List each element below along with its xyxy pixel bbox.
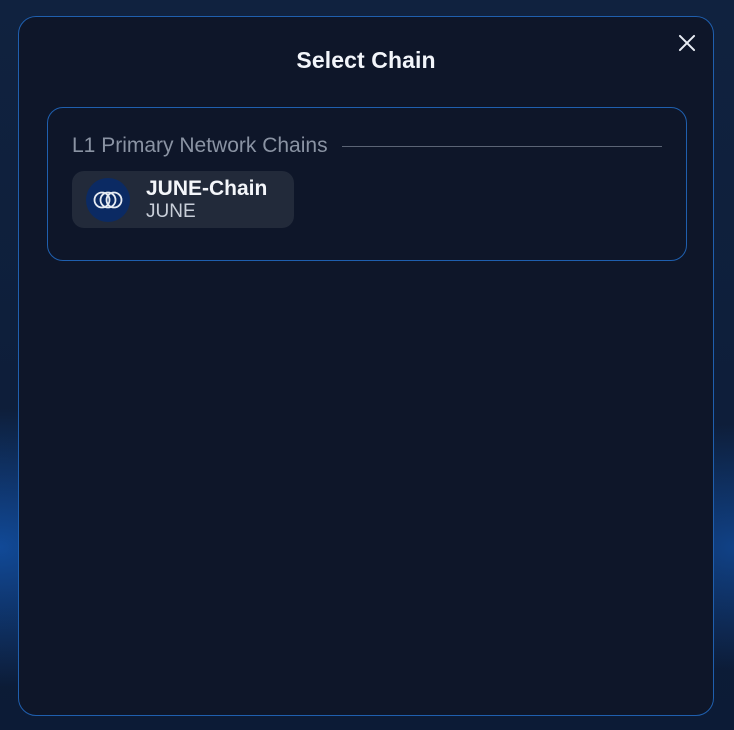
select-chain-modal: Select Chain L1 Primary Network Chains J… <box>18 16 714 716</box>
chain-name: JUNE-Chain <box>146 177 268 201</box>
close-icon[interactable] <box>673 29 701 57</box>
section-header: L1 Primary Network Chains <box>72 134 662 158</box>
june-chain-logo-icon <box>86 177 130 222</box>
chain-text: JUNE-Chain JUNE <box>146 177 267 222</box>
chain-symbol: JUNE <box>146 200 196 222</box>
chain-list-panel: L1 Primary Network Chains JUNE-Chain JUN… <box>47 107 687 261</box>
section-label: L1 Primary Network Chains <box>72 134 328 157</box>
chain-option-june[interactable]: JUNE-Chain JUNE <box>72 171 294 228</box>
modal-title: Select Chain <box>296 47 436 73</box>
section-divider <box>341 145 662 147</box>
